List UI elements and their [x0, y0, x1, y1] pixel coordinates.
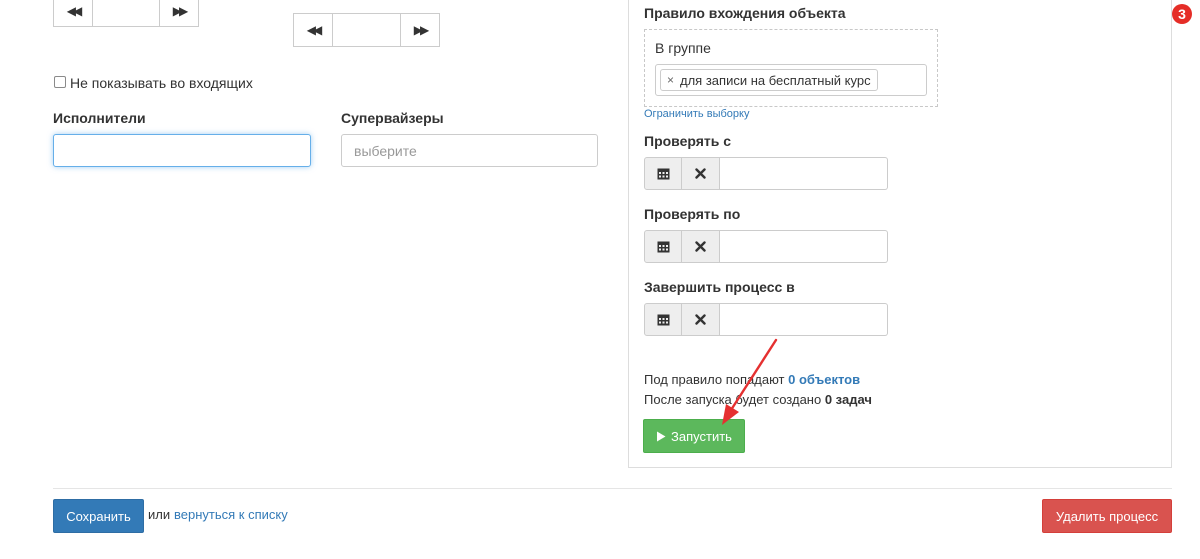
spinner-2-value[interactable]: [333, 14, 400, 46]
calendar-icon: [657, 314, 669, 326]
double-right-icon: ▶▶: [413, 23, 430, 37]
supervisors-input[interactable]: [341, 134, 598, 167]
double-left-icon: ◀◀: [306, 23, 323, 37]
hide-inbox-checkbox[interactable]: [54, 76, 66, 88]
check-to-input[interactable]: [720, 230, 888, 263]
forward-button[interactable]: ▶▶: [159, 0, 198, 26]
finish-at-calendar-button[interactable]: [644, 303, 682, 336]
times-icon: [695, 241, 706, 252]
spinner-1-value[interactable]: [93, 0, 159, 26]
forward-button-2[interactable]: ▶▶: [400, 14, 439, 46]
footer-divider: [53, 488, 1172, 489]
calendar-icon: [657, 241, 669, 253]
annotation-arrow: [722, 338, 778, 425]
check-from-calendar-button[interactable]: [644, 157, 682, 190]
notification-badge[interactable]: 3: [1172, 4, 1192, 24]
performers-input[interactable]: [53, 134, 311, 167]
rewind-button[interactable]: ◀◀: [54, 0, 93, 26]
spinner-2: ◀◀ ▶▶: [293, 13, 440, 47]
rule-title: Правило вхождения объекта: [644, 5, 846, 21]
group-tag: × для записи на бесплатный курс: [660, 69, 878, 91]
finish-at-label: Завершить процесс в: [644, 279, 795, 295]
double-right-icon: ▶▶: [172, 3, 189, 18]
spinner-1: ◀◀ ▶▶: [53, 0, 199, 27]
times-icon: [695, 168, 706, 179]
performers-label: Исполнители: [53, 110, 146, 126]
rewind-button-2[interactable]: ◀◀: [294, 14, 333, 46]
back-to-list-link[interactable]: вернуться к списку: [174, 507, 288, 522]
check-to-clear-button[interactable]: [682, 230, 720, 263]
or-text: или: [148, 507, 171, 522]
run-button-label: Запустить: [671, 428, 732, 444]
check-to-calendar-button[interactable]: [644, 230, 682, 263]
save-button[interactable]: Сохранить: [53, 499, 144, 533]
hide-inbox-label: Не показывать во входящих: [70, 75, 253, 91]
check-from-group: [644, 157, 888, 190]
group-label: В группе: [655, 40, 711, 56]
check-to-group: [644, 230, 888, 263]
delete-process-button[interactable]: Удалить процесс: [1042, 499, 1172, 533]
play-icon: [657, 431, 666, 441]
check-from-label: Проверять с: [644, 133, 732, 149]
tag-remove-icon[interactable]: ×: [667, 73, 674, 87]
supervisors-label: Супервайзеры: [341, 110, 444, 126]
check-to-label: Проверять по: [644, 206, 741, 222]
restrict-selection-link[interactable]: Ограничить выборку: [644, 108, 749, 120]
times-icon: [695, 314, 706, 325]
objects-count-link[interactable]: 0 объектов: [788, 372, 860, 387]
double-left-icon: ◀◀: [66, 3, 83, 18]
check-from-clear-button[interactable]: [682, 157, 720, 190]
check-from-input[interactable]: [720, 157, 888, 190]
tasks-count-value: 0 задач: [824, 392, 872, 407]
calendar-icon: [657, 168, 669, 180]
group-tag-label: для записи на бесплатный курс: [680, 72, 871, 88]
